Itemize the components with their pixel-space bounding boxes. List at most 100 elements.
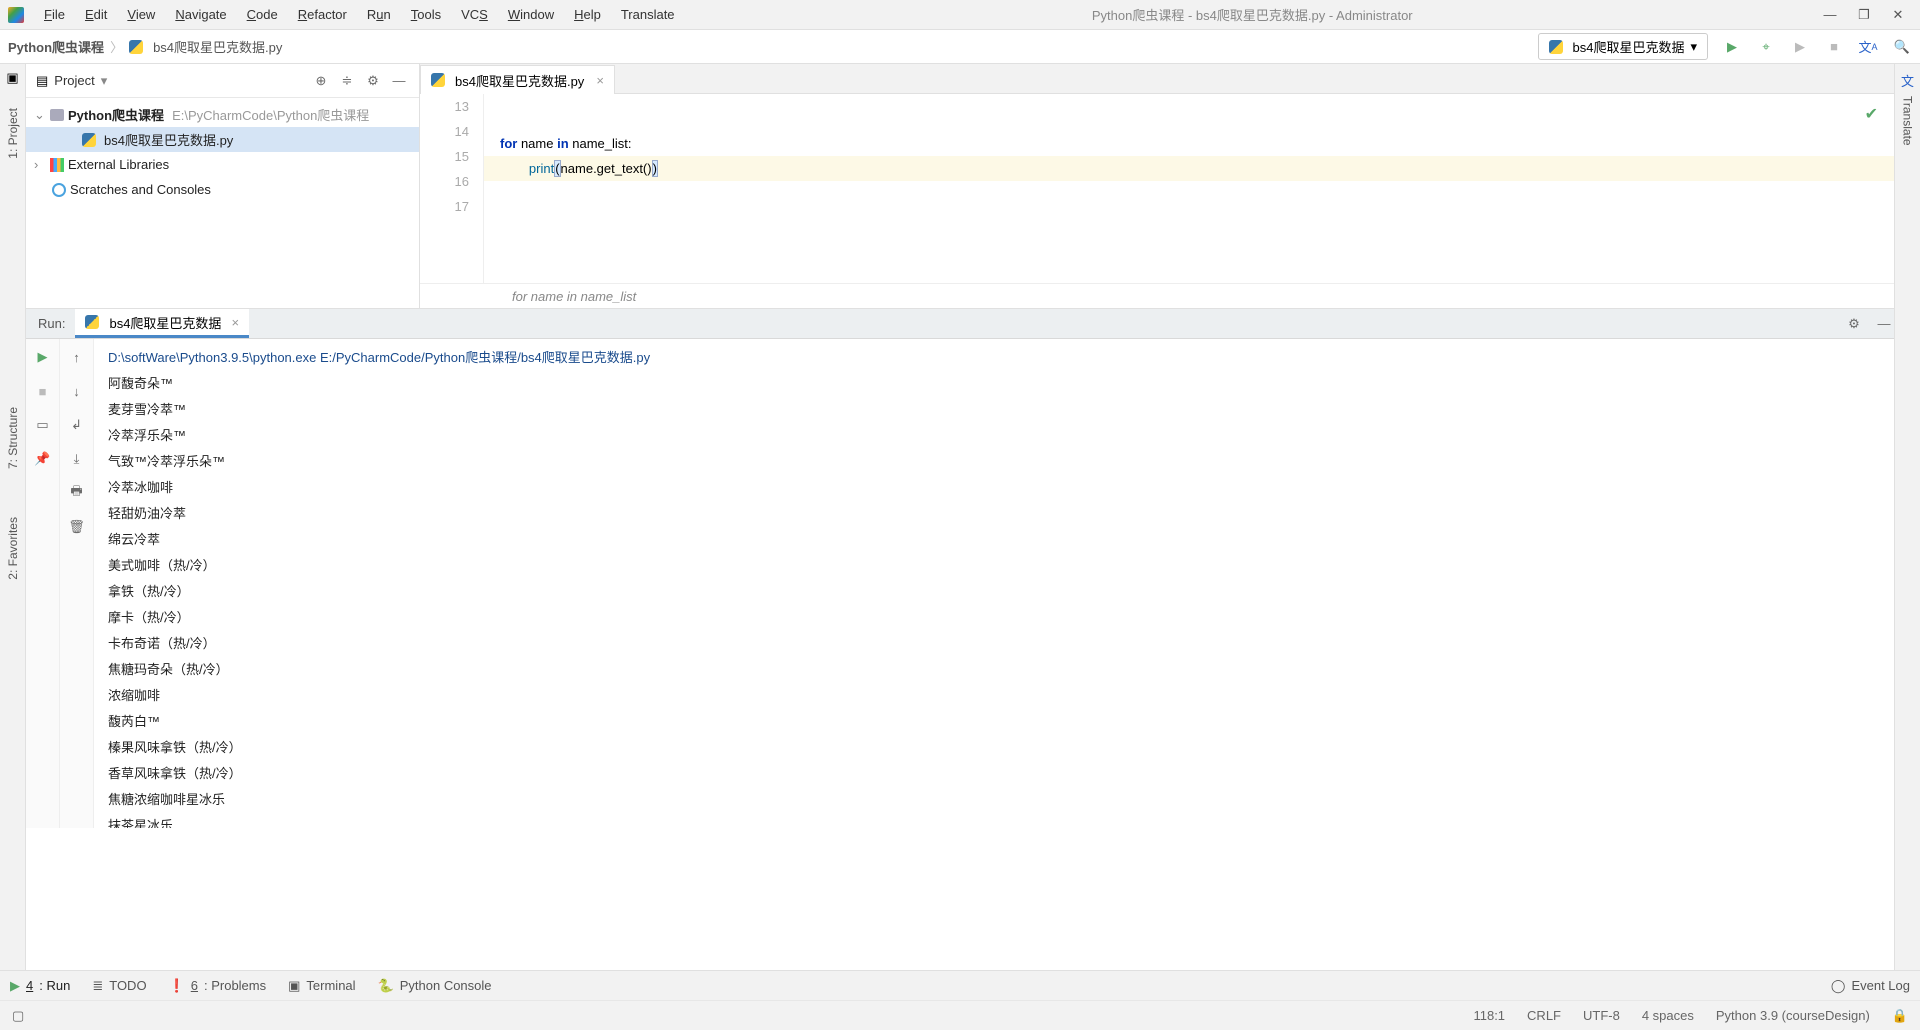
console-line: 摩卡（热/冷） — [108, 605, 1880, 631]
code-content[interactable]: ✔ for name in name_list: print(name.get_… — [484, 94, 1894, 283]
tree-scratches[interactable]: Scratches and Consoles — [26, 177, 419, 202]
tree-file[interactable]: bs4爬取星巴克数据.py — [26, 127, 419, 152]
translate-icon[interactable]: 文 — [1898, 70, 1918, 90]
run-tab-active[interactable]: bs4爬取星巴克数据 × — [75, 309, 249, 338]
sidebar-tab-project[interactable]: 1: Project — [4, 102, 22, 165]
soft-wrap-icon[interactable]: ↲ — [67, 415, 87, 435]
sidebar-tab-structure[interactable]: 7: Structure — [4, 401, 22, 475]
run-config-selector[interactable]: bs4爬取星巴克数据 ▾ — [1538, 33, 1709, 60]
project-view-icon: ▤ — [36, 73, 48, 89]
console-output[interactable]: D:\softWare\Python3.9.5\python.exe E:/Py… — [94, 339, 1894, 828]
console-line: 香草风味拿铁（热/冷） — [108, 761, 1880, 787]
interpreter-info[interactable]: Python 3.9 (courseDesign) — [1716, 1008, 1870, 1023]
left-tool-strip: ▣ 1: Project 7: Structure 2: Favorites ★ — [0, 64, 26, 1000]
tool-python-console[interactable]: 🐍 Python Console — [378, 978, 492, 994]
menu-edit[interactable]: Edit — [77, 3, 115, 26]
menu-code[interactable]: Code — [239, 3, 286, 26]
tool-todo[interactable]: ≣ TODO — [92, 978, 146, 994]
run-toolbar-left: ▶ ■ ▭ 📌 — [26, 339, 60, 828]
maximize-button[interactable]: ❐ — [1856, 7, 1872, 23]
breadcrumb-root[interactable]: Python爬虫课程 — [8, 37, 104, 56]
locate-icon[interactable]: ⊕ — [311, 71, 331, 91]
chevron-right-icon[interactable]: › — [34, 157, 46, 172]
code-line[interactable] — [484, 181, 1894, 206]
coverage-button[interactable]: ▶ — [1790, 37, 1810, 57]
chevron-down-icon[interactable]: ▾ — [101, 73, 108, 89]
search-icon[interactable]: 🔍 — [1892, 37, 1912, 57]
close-button[interactable]: ✕ — [1890, 7, 1906, 23]
breadcrumb-file[interactable]: bs4爬取星巴克数据.py — [153, 37, 282, 56]
console-command: D:\softWare\Python3.9.5\python.exe E:/Py… — [108, 345, 1880, 371]
tool-problems[interactable]: ❗ 6: Problems — [169, 978, 267, 994]
window-controls: — ❐ ✕ — [1822, 7, 1920, 23]
hide-icon[interactable]: — — [389, 71, 409, 91]
settings-icon[interactable]: ⚙ — [1844, 314, 1864, 334]
project-title[interactable]: Project — [54, 73, 94, 88]
indent-info[interactable]: 4 spaces — [1642, 1008, 1694, 1023]
bookmark-icon[interactable]: ▣ — [6, 70, 18, 86]
tool-terminal[interactable]: ▣ Terminal — [288, 978, 355, 994]
console-line: 麦芽雪冷萃™ — [108, 397, 1880, 423]
chevron-down-icon[interactable]: ⌄ — [34, 107, 46, 123]
settings-icon[interactable]: ⚙ — [363, 71, 383, 91]
tree-file-name: bs4爬取星巴克数据.py — [104, 130, 233, 149]
translate-icon[interactable]: 文A — [1858, 37, 1878, 57]
up-icon[interactable]: ↑ — [67, 347, 87, 367]
debug-button[interactable]: ⌖ — [1756, 37, 1776, 57]
tool-run[interactable]: ▶4: 4: RunRun — [10, 978, 70, 994]
line-number: 16 — [420, 169, 469, 194]
code-line[interactable] — [484, 82, 1894, 94]
sidebar-tab-favorites[interactable]: 2: Favorites — [4, 511, 22, 586]
code-line[interactable] — [484, 106, 1894, 131]
status-toggle-icon[interactable]: ▢ — [12, 1008, 24, 1024]
file-encoding[interactable]: UTF-8 — [1583, 1008, 1620, 1023]
project-tree[interactable]: ⌄ Python爬虫课程 E:\PyCharmCode\Python爬虫课程 b… — [26, 98, 419, 206]
code-line[interactable]: for name in name_list: — [484, 131, 1894, 156]
menu-view[interactable]: View — [119, 3, 163, 26]
tree-external-libs[interactable]: › External Libraries — [26, 152, 419, 177]
pin-icon[interactable]: 📌 — [33, 449, 53, 469]
run-tab-label: bs4爬取星巴克数据 — [109, 313, 221, 332]
menu-refactor[interactable]: Refactor — [290, 3, 355, 26]
menu-help[interactable]: Help — [566, 3, 609, 26]
event-log[interactable]: ◯ Event Log — [1831, 978, 1910, 994]
lock-icon[interactable]: 🔒 — [1892, 1008, 1908, 1024]
main-menu: File Edit View Navigate Code Refactor Ru… — [32, 3, 683, 26]
right-tool-strip: 文 Translate — [1894, 64, 1920, 1000]
code-breadcrumb[interactable]: for name in name_list — [420, 283, 1894, 308]
title-bar: File Edit View Navigate Code Refactor Ru… — [0, 0, 1920, 30]
layout-icon[interactable]: ▭ — [33, 415, 53, 435]
menu-window[interactable]: Window — [500, 3, 562, 26]
menu-file[interactable]: File — [36, 3, 73, 26]
breadcrumb: Python爬虫课程 〉 bs4爬取星巴克数据.py — [8, 37, 282, 56]
libraries-icon — [50, 158, 64, 172]
down-icon[interactable]: ↓ — [67, 381, 87, 401]
clear-icon[interactable]: 🗑 — [67, 517, 87, 537]
stop-button[interactable]: ■ — [1824, 37, 1844, 57]
menu-vcs[interactable]: VCS — [453, 3, 496, 26]
line-separator[interactable]: CRLF — [1527, 1008, 1561, 1023]
menu-tools[interactable]: Tools — [403, 3, 449, 26]
sidebar-tab-translate[interactable]: Translate — [1899, 90, 1917, 152]
minimize-button[interactable]: — — [1822, 7, 1838, 23]
menu-run[interactable]: Run — [359, 3, 399, 26]
print-icon[interactable]: 🖶 — [67, 483, 87, 503]
collapse-icon[interactable]: ≑ — [337, 71, 357, 91]
line-numbers: 13 14 15 16 17 — [420, 94, 484, 283]
cursor-position[interactable]: 118:1 — [1473, 1008, 1505, 1023]
hide-icon[interactable]: — — [1874, 314, 1894, 334]
code-line-current[interactable]: print(name.get_text()) — [484, 156, 1894, 181]
console-line: 榛果风味拿铁（热/冷） — [108, 735, 1880, 761]
rerun-button[interactable]: ▶ — [33, 347, 53, 367]
close-icon[interactable]: × — [231, 315, 239, 330]
menu-translate[interactable]: Translate — [613, 3, 683, 26]
menu-navigate[interactable]: Navigate — [167, 3, 234, 26]
chevron-down-icon: ▾ — [1690, 39, 1697, 55]
stop-button[interactable]: ■ — [33, 381, 53, 401]
inspection-ok-icon[interactable]: ✔ — [1865, 104, 1878, 124]
console-line: 冷萃浮乐朵™ — [108, 423, 1880, 449]
run-button[interactable]: ▶ — [1722, 37, 1742, 57]
scroll-to-end-icon[interactable]: ⤓ — [67, 449, 87, 469]
tree-root[interactable]: ⌄ Python爬虫课程 E:\PyCharmCode\Python爬虫课程 — [26, 102, 419, 127]
editor-body[interactable]: 13 14 15 16 17 ✔ for name in name_list: … — [420, 94, 1894, 283]
